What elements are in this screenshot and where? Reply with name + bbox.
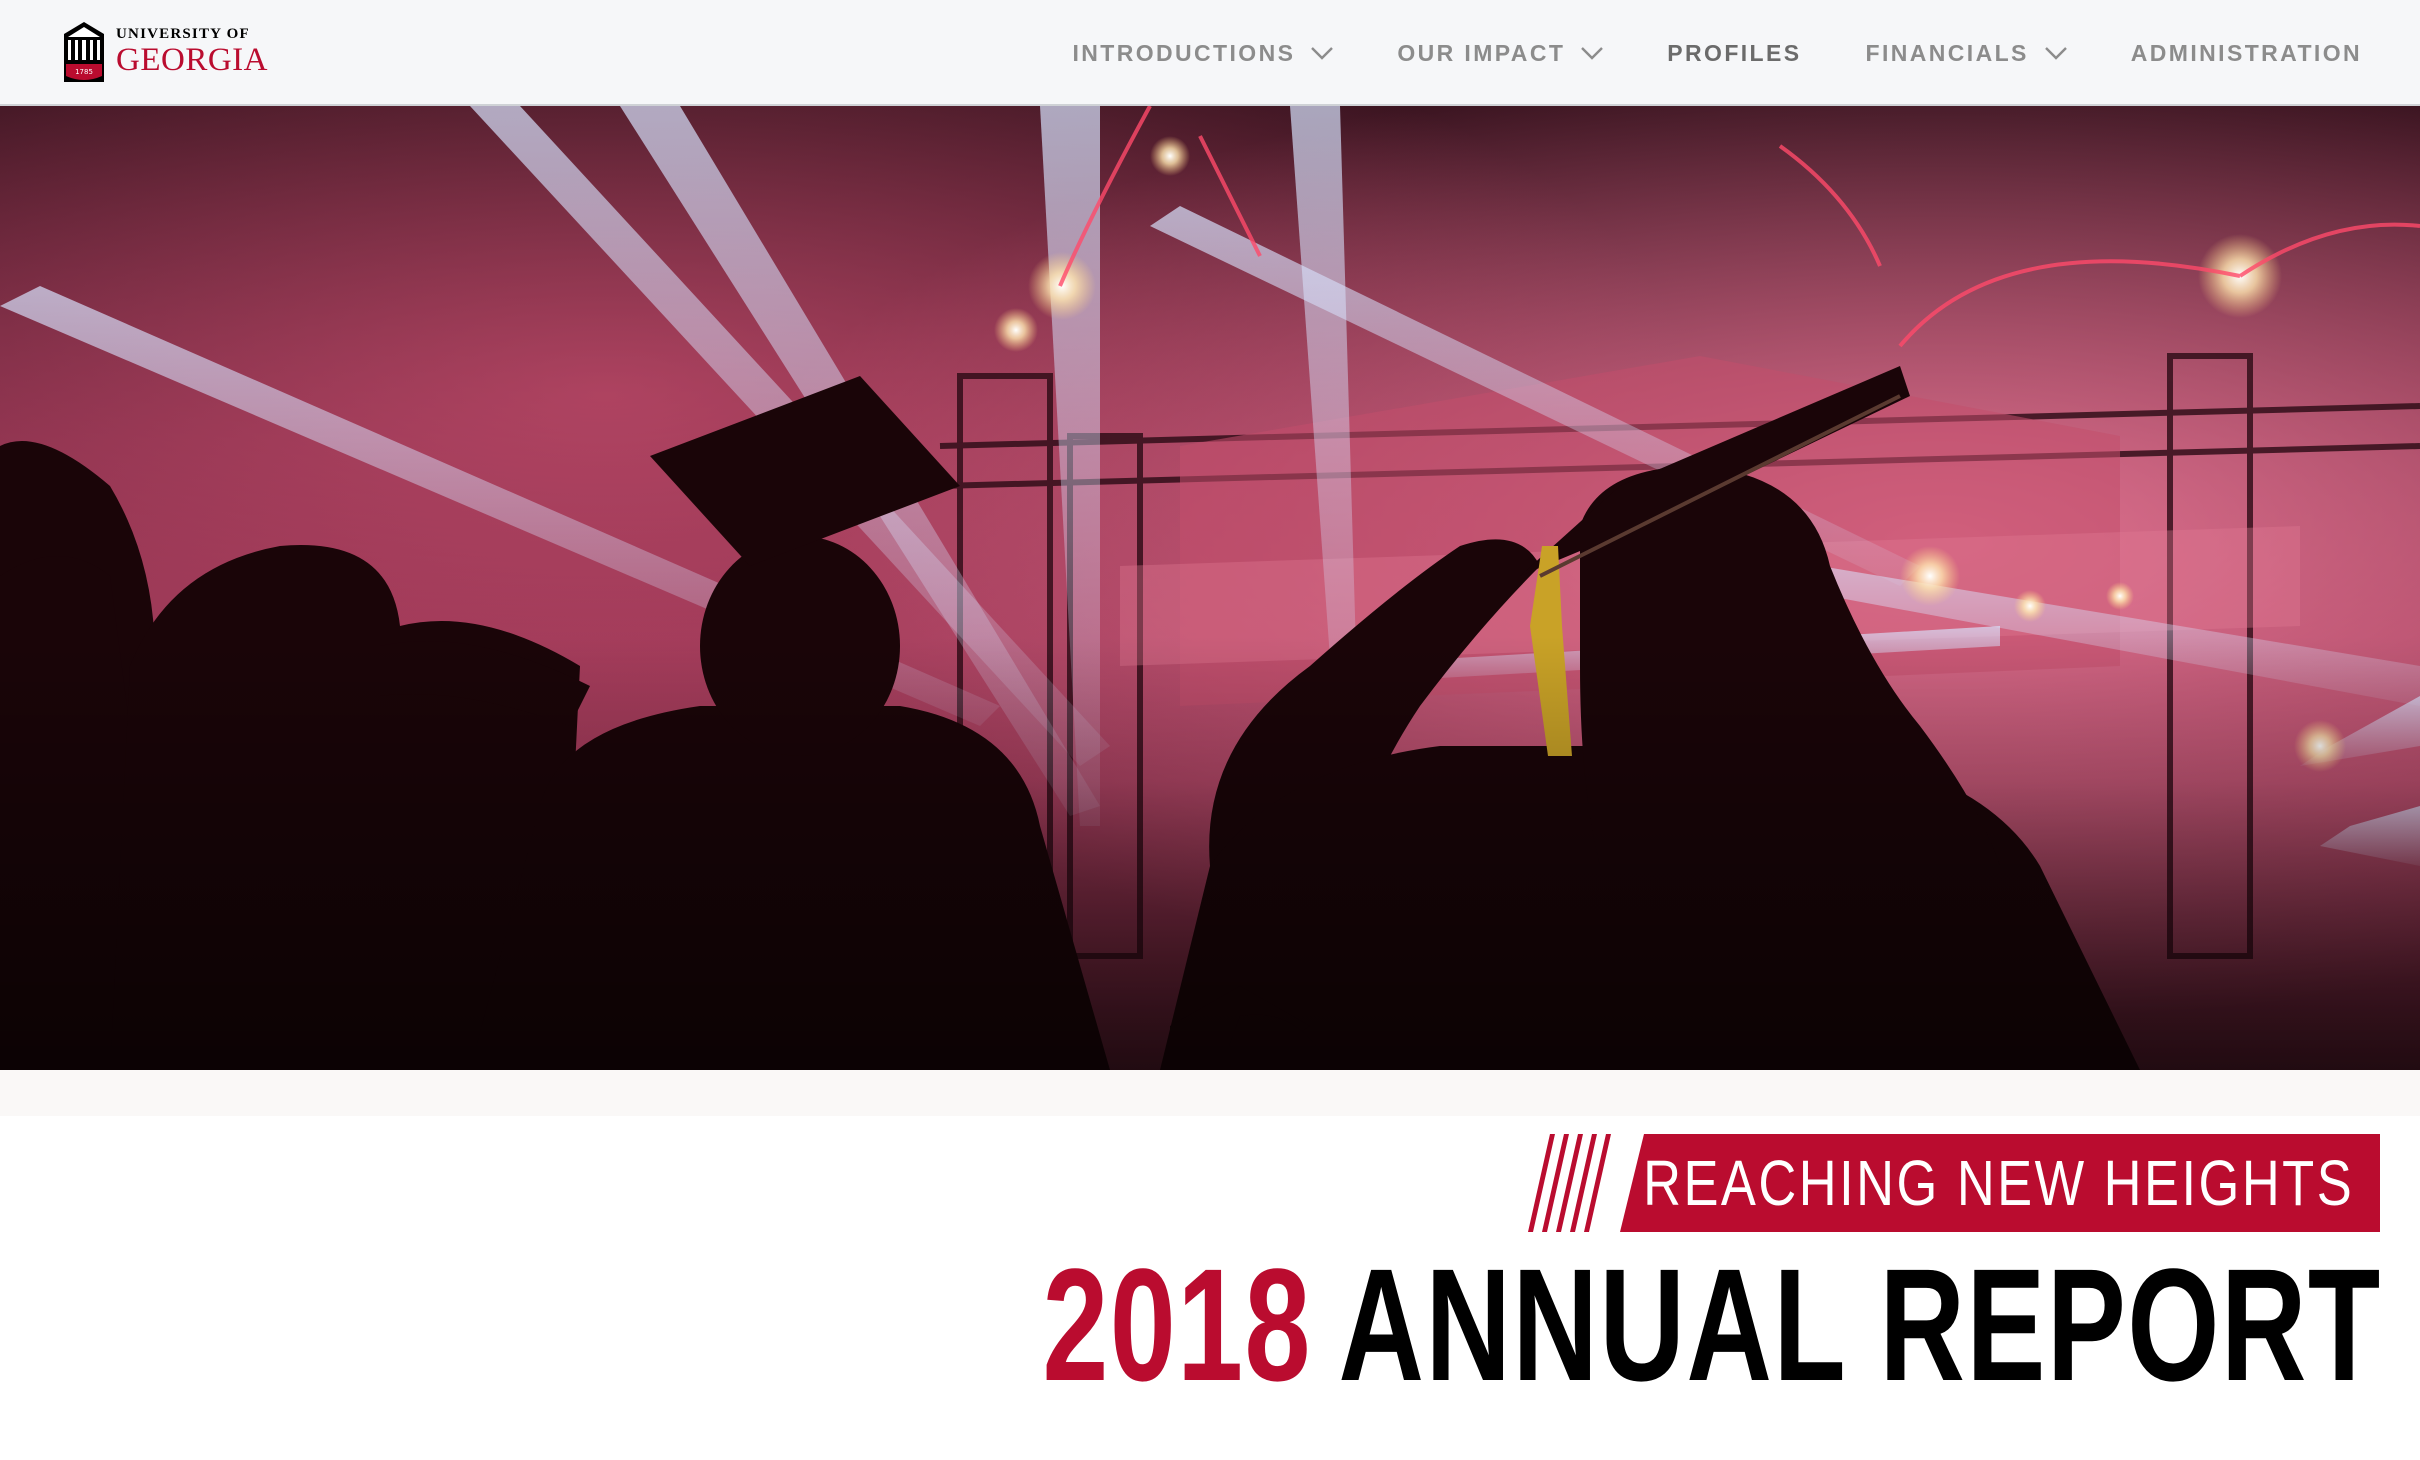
nav-our-impact-label: OUR IMPACT <box>1397 39 1566 66</box>
nav-administration-label: ADMINISTRATION <box>2130 39 2362 66</box>
nav-profiles[interactable]: PROFILES <box>1667 40 1801 67</box>
logo-line-2: GEORGIA <box>116 42 268 78</box>
tagline-box: REACHING NEW HEIGHTS <box>1620 1134 2380 1232</box>
site-header: 1785 UNIVERSITY OF GEORGIA INTRODUCTIONS… <box>0 0 2420 106</box>
chevron-down-icon <box>1581 47 1604 60</box>
nav-administration[interactable]: ADMINISTRATION <box>2131 40 2362 67</box>
graduation-scene <box>0 106 2420 1070</box>
banner-stripes <box>1528 1134 1611 1232</box>
nav-our-impact[interactable]: OUR IMPACT <box>1397 39 1604 67</box>
main-nav: INTRODUCTIONS OUR IMPACT PROFILES FINANC… <box>1008 0 2362 106</box>
tagline-banner: REACHING NEW HEIGHTS <box>1528 1134 2380 1232</box>
arch-icon: 1785 <box>64 22 104 82</box>
nav-introductions[interactable]: INTRODUCTIONS <box>1072 39 1334 67</box>
nav-financials-label: FINANCIALS <box>1865 39 2029 66</box>
report-title: 2018 ANNUAL REPORT <box>1043 1240 2382 1410</box>
tagline-text: REACHING NEW HEIGHTS <box>1642 1147 2354 1219</box>
seal-year: 1785 <box>75 68 93 76</box>
hero-image <box>0 106 2420 1070</box>
report-year: 2018 <box>1042 1235 1313 1414</box>
nav-financials[interactable]: FINANCIALS <box>1866 40 2067 67</box>
logo-line-1: UNIVERSITY OF <box>116 26 250 42</box>
hero-bottom-strip <box>0 1070 2420 1116</box>
university-logo[interactable]: 1785 UNIVERSITY OF GEORGIA <box>62 18 282 86</box>
report-headline: ANNUAL REPORT <box>1338 1235 2382 1414</box>
chevron-down-icon <box>2044 47 2067 60</box>
nav-profiles-label: PROFILES <box>1667 39 1802 66</box>
chevron-down-icon <box>1311 47 1334 60</box>
nav-introductions-label: INTRODUCTIONS <box>1072 39 1296 66</box>
